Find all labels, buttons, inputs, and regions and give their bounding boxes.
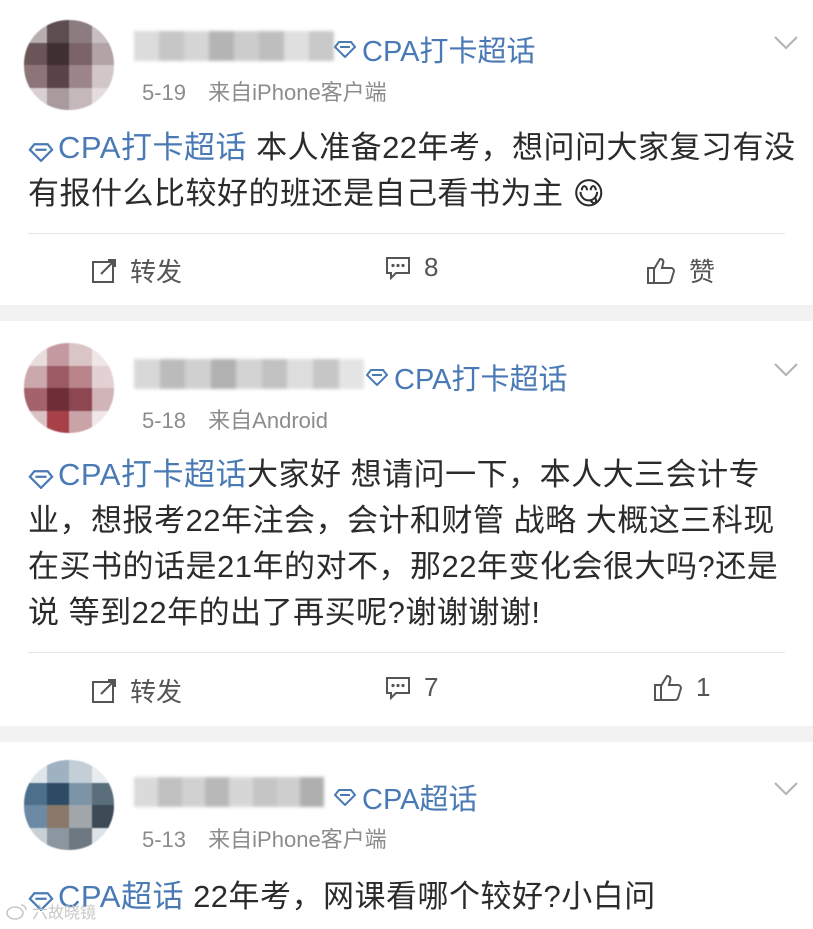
comment-icon (386, 676, 410, 700)
repost-label: 转发 (130, 257, 183, 287)
username-blurred[interactable] (134, 31, 334, 61)
repost-icon (92, 258, 116, 283)
topic-label: CPA打卡超话 (362, 36, 536, 68)
post-source: 来自iPhone客户端 (208, 827, 387, 852)
watermark: 六故晓镜 (6, 899, 96, 923)
like-button[interactable]: 赞 (645, 252, 715, 289)
post-date: 5-13 (142, 827, 187, 852)
post-body: CPA打卡超话大家好 想请问一下，本人大三会计专业，想报考22年注会，会计和财管… (28, 452, 802, 636)
body-topic-link[interactable]: CPA打卡超话 (28, 130, 247, 165)
post-meta: 5-18 来自Android (142, 403, 328, 435)
body-topic-link[interactable]: CPA打卡超话 (28, 457, 247, 492)
repost-button[interactable]: 转发 (90, 252, 182, 289)
diamond-icon (28, 470, 54, 490)
watermark-text: 六故晓镜 (32, 905, 97, 922)
like-label: 赞 (689, 257, 716, 287)
topic-label: CPA超话 (362, 784, 478, 816)
chevron-down-icon[interactable] (773, 780, 799, 798)
diamond-icon (334, 789, 356, 806)
chevron-down-icon[interactable] (773, 361, 799, 379)
topic-link[interactable]: CPA超话 (334, 776, 477, 818)
divider (28, 652, 785, 653)
avatar[interactable] (24, 760, 114, 850)
body-topic-label: CPA打卡超话 (58, 457, 247, 492)
avatar[interactable] (24, 343, 114, 433)
post-card-1: CPA打卡超话 5-19 来自iPhone客户端 CPA打卡超话 本人准备22年… (0, 0, 813, 305)
comment-button[interactable]: 7 (384, 672, 438, 703)
comment-count: 8 (424, 252, 439, 282)
divider (28, 233, 785, 234)
like-count: 1 (696, 672, 711, 702)
username-blurred[interactable] (134, 777, 324, 807)
diamond-icon (334, 41, 356, 58)
post-meta: 5-19 来自iPhone客户端 (142, 75, 387, 107)
post-source: 来自iPhone客户端 (208, 80, 387, 105)
post-source: 来自Android (208, 408, 329, 433)
topic-link[interactable]: CPA打卡超话 (334, 28, 535, 70)
like-button[interactable]: 1 (652, 672, 710, 703)
post-text: 22年考，网课看哪个较好?小白问 (183, 879, 656, 914)
diamond-icon (366, 369, 388, 386)
comment-count: 7 (424, 672, 439, 702)
thumbs-up-icon (647, 257, 676, 284)
post-date: 5-19 (142, 80, 187, 105)
post-date: 5-18 (142, 408, 187, 433)
chevron-down-icon[interactable] (773, 34, 799, 52)
post-card-2: CPA打卡超话 5-18 来自Android CPA打卡超话大家好 想请问一下，… (0, 321, 813, 726)
diamond-icon (28, 143, 54, 163)
body-topic-label: CPA打卡超话 (58, 130, 247, 165)
post-meta: 5-13 来自iPhone客户端 (142, 822, 387, 854)
repost-label: 转发 (130, 677, 183, 707)
weibo-logo-icon (6, 904, 27, 920)
topic-link[interactable]: CPA打卡超话 (366, 356, 567, 398)
post-card-3: CPA超话 5-13 来自iPhone客户端 CPA超话 22年考，网课看哪个较… (0, 742, 813, 929)
repost-icon (92, 678, 116, 703)
repost-button[interactable]: 转发 (90, 672, 182, 709)
username-blurred[interactable] (134, 359, 364, 389)
comment-button[interactable]: 8 (384, 252, 438, 283)
avatar[interactable] (24, 20, 114, 110)
emoji-face-icon: 😋 (572, 176, 606, 211)
comment-icon (386, 256, 410, 280)
post-body: CPA超话 22年考，网课看哪个较好?小白问 (28, 874, 802, 920)
thumbs-up-icon (654, 674, 683, 701)
post-body: CPA打卡超话 本人准备22年考，想问问大家复习有没有报什么比较好的班还是自己看… (28, 125, 802, 217)
topic-label: CPA打卡超话 (394, 364, 568, 396)
